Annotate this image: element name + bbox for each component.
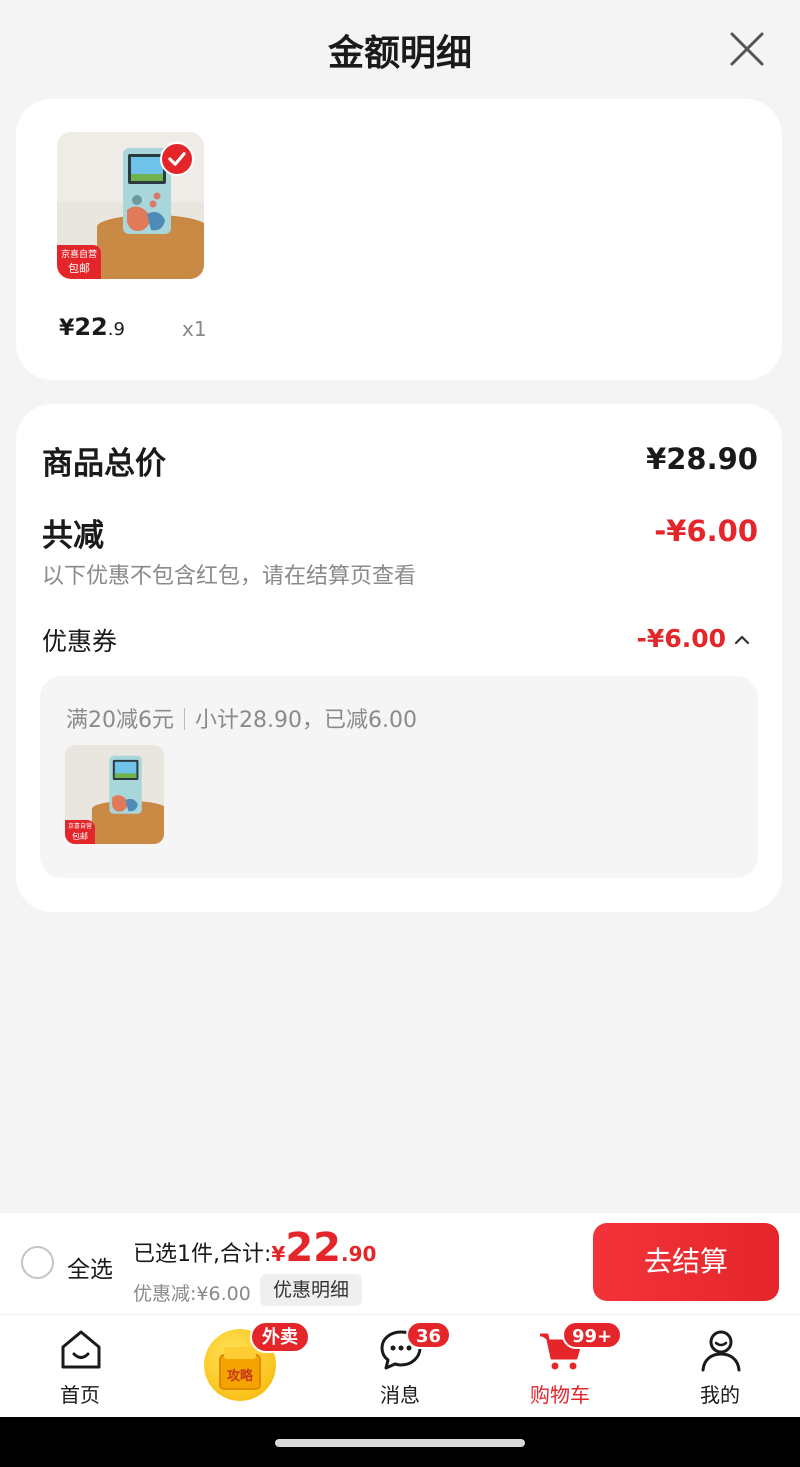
tab-home[interactable]: 首页 bbox=[20, 1315, 140, 1418]
free-shipping-tag: 京喜自营 包邮 bbox=[57, 245, 101, 279]
tab-messages[interactable]: 36 消息 bbox=[340, 1315, 460, 1418]
checkout-button[interactable]: 去结算 bbox=[593, 1223, 779, 1301]
coupon-subtotal: 小计28.90，已减6.00 bbox=[195, 708, 417, 733]
system-nav-bar bbox=[0, 1417, 800, 1467]
coupon-label: 优惠券 bbox=[42, 627, 118, 656]
ship-tag-line1: 京喜自营 bbox=[67, 823, 92, 830]
bottom-tab-bar: 首页 攻略 外卖 36 消息 99+ 购物车 我的 bbox=[0, 1314, 800, 1417]
divider bbox=[184, 708, 185, 730]
tab-cart-label: 购物车 bbox=[530, 1383, 590, 1407]
select-all-label[interactable]: 全选 bbox=[67, 1250, 113, 1284]
promo-text: 攻略 bbox=[227, 1368, 254, 1384]
home-indicator[interactable] bbox=[275, 1439, 525, 1447]
page-title: 金额明细 bbox=[327, 33, 472, 74]
close-icon[interactable] bbox=[726, 28, 768, 70]
ship-tag-line2: 包邮 bbox=[68, 262, 90, 275]
price-integer: 22 bbox=[74, 313, 108, 341]
tab-home-label: 首页 bbox=[60, 1383, 100, 1407]
tab-messages-label: 消息 bbox=[380, 1383, 420, 1407]
total-label: 商品总价 bbox=[42, 446, 166, 482]
selected-count-text: 已选1件,合计: bbox=[133, 1242, 272, 1267]
ship-tag-line2: 包邮 bbox=[72, 832, 88, 841]
product-image[interactable]: 京喜自营 包邮 bbox=[57, 132, 204, 279]
messages-badge: 36 bbox=[406, 1321, 452, 1349]
total-integer: 22 bbox=[285, 1225, 341, 1271]
total-decimal: .90 bbox=[341, 1242, 377, 1266]
total-currency: ¥ bbox=[271, 1242, 286, 1266]
coupon-detail-line: 满20减6元 小计28.90，已减6.00 bbox=[66, 702, 417, 734]
product-card: 京喜自营 包邮 ¥22.9 x1 bbox=[16, 99, 782, 380]
promo-badge: 外卖 bbox=[250, 1321, 310, 1353]
coupon-rule: 满20减6元 bbox=[66, 708, 174, 733]
tab-mine-label: 我的 bbox=[700, 1383, 740, 1407]
discount-detail-button[interactable]: 优惠明细 bbox=[260, 1274, 363, 1306]
reduce-label: 共减 bbox=[42, 518, 104, 554]
product-quantity: x1 bbox=[182, 317, 207, 341]
coupon-detail-box: 满20减6元 小计28.90，已减6.00 京喜自营 包邮 bbox=[40, 676, 758, 878]
price-summary-card: 商品总价 ¥28.90 共减 -¥6.00 以下优惠不包含红包，请在结算页查看 … bbox=[16, 404, 782, 912]
total-line: 已选1件,合计:¥22.90 bbox=[133, 1225, 376, 1271]
home-icon bbox=[61, 1330, 101, 1369]
discount-text: 优惠减:¥6.00 bbox=[133, 1283, 251, 1305]
coupon-product-image: 京喜自营 包邮 bbox=[65, 745, 164, 844]
tab-cart[interactable]: 99+ 购物车 bbox=[500, 1315, 623, 1418]
coupon-value[interactable]: -¥6.00 bbox=[637, 624, 726, 653]
total-value: ¥28.90 bbox=[646, 442, 758, 476]
total-amount: ¥22.90 bbox=[271, 1225, 377, 1271]
selected-check-icon[interactable] bbox=[160, 142, 194, 176]
reduce-note: 以下优惠不包含红包，请在结算页查看 bbox=[42, 564, 417, 589]
chevron-up-icon[interactable] bbox=[733, 634, 751, 646]
tab-promo[interactable]: 攻略 外卖 bbox=[198, 1315, 318, 1418]
reduce-value: -¥6.00 bbox=[654, 514, 758, 548]
product-price: ¥22.9 bbox=[59, 313, 125, 341]
tab-mine[interactable]: 我的 bbox=[660, 1315, 780, 1418]
free-shipping-tag: 京喜自营 包邮 bbox=[65, 820, 95, 844]
ship-tag-line1: 京喜自营 bbox=[60, 250, 97, 260]
cart-badge: 99+ bbox=[562, 1321, 623, 1349]
price-currency: ¥ bbox=[59, 316, 75, 341]
price-decimal: .9 bbox=[107, 319, 125, 340]
checkout-bar: 全选 已选1件,合计:¥22.90 优惠减:¥6.00 优惠明细 去结算 bbox=[0, 1213, 800, 1314]
select-all-radio[interactable] bbox=[21, 1246, 54, 1279]
modal-header: 金额明细 bbox=[0, 0, 800, 96]
user-icon bbox=[701, 1330, 741, 1372]
